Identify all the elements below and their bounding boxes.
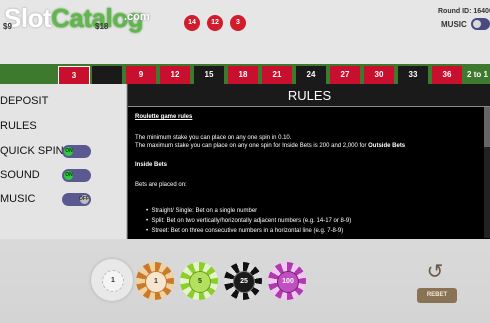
rules-max-stake: The maximum stake you can place on any o… xyxy=(135,142,405,150)
menu-item-rules[interactable]: RULES xyxy=(0,114,126,138)
rules-bullet-text: Street: Bet on three consecutive numbers… xyxy=(151,228,344,234)
betting-table-strip: 3 9 12 15 18 21 24 27 30 33 36 2 to 1 xyxy=(0,64,490,86)
history-number: 14 xyxy=(184,15,200,31)
rules-bullet-text: Split: Bet on two vertically/horizontall… xyxy=(151,218,352,224)
menu-item-label: SOUND xyxy=(0,169,40,181)
chip-5[interactable]: 5 xyxy=(180,262,218,300)
chip-value: 25 xyxy=(233,271,255,293)
toggle-state: ON xyxy=(65,172,73,178)
side-menu: DEPOSIT RULES QUICK SPIN ON SOUND ON MUS… xyxy=(0,84,127,239)
menu-item-quick-spin: QUICK SPIN ON xyxy=(0,139,126,163)
rules-bullet: • Street: Bet on three consecutive numbe… xyxy=(146,228,344,234)
rules-scroll-thumb[interactable] xyxy=(484,107,490,147)
music-label-top: MUSIC xyxy=(441,20,467,29)
stake-label-2: $18 xyxy=(95,22,109,31)
rules-max-stake-text: The maximum stake you can place on any o… xyxy=(135,143,369,149)
toggle-state: OFF xyxy=(79,196,89,202)
table-cell-12[interactable]: 12 xyxy=(160,66,190,84)
rules-placed-on: Bets are placed on: xyxy=(135,182,187,188)
table-cell-column[interactable]: 2 to 1 xyxy=(465,66,490,84)
quick-spin-toggle[interactable]: ON xyxy=(62,145,91,158)
rules-max-stake-bold: Outside Bets xyxy=(368,143,406,149)
history-number: 12 xyxy=(207,15,223,31)
chip-value: 1 xyxy=(145,271,167,293)
rules-scrollbar[interactable] xyxy=(484,107,490,238)
chip-value: 1 xyxy=(102,270,124,292)
menu-item-label: DEPOSIT xyxy=(0,95,49,107)
undo-icon[interactable]: ↺ xyxy=(425,262,445,282)
history-number: 3 xyxy=(230,15,246,31)
rules-heading: Roulette game rules xyxy=(135,114,193,120)
chip-100[interactable]: 100 xyxy=(268,262,306,300)
chip-value: 100 xyxy=(277,271,299,293)
table-cell-27[interactable]: 27 xyxy=(330,66,360,84)
rules-bullet: • Split: Bet on two vertically/horizonta… xyxy=(146,218,352,224)
menu-item-deposit[interactable]: DEPOSIT xyxy=(0,89,126,113)
rules-header: RULES xyxy=(128,84,490,107)
menu-item-label: QUICK SPIN xyxy=(0,145,64,157)
table-cell-24[interactable]: 24 xyxy=(296,66,326,84)
menu-item-sound: SOUND ON xyxy=(0,163,126,187)
chip-1-white[interactable]: 1 xyxy=(91,259,133,301)
stake-label: $9 xyxy=(3,22,12,31)
music-toggle[interactable]: OFF xyxy=(62,193,91,206)
rules-bullet-text: Straight/ Single: Bet on a single number xyxy=(151,208,258,214)
menu-item-music: MUSIC OFF xyxy=(0,187,126,211)
rules-bullet: • Straight/ Single: Bet on a single numb… xyxy=(146,208,258,214)
music-toggle-top[interactable] xyxy=(471,18,490,30)
rules-title: RULES xyxy=(287,88,332,103)
table-cell-21[interactable]: 21 xyxy=(262,66,292,84)
table-cell-15[interactable]: 15 xyxy=(194,66,224,84)
rebet-button[interactable]: REBET xyxy=(417,288,457,303)
chip-value: 5 xyxy=(189,271,211,293)
table-cell-3[interactable]: 3 xyxy=(58,66,90,86)
table-cell-9[interactable]: 9 xyxy=(126,66,156,84)
sound-toggle[interactable]: ON xyxy=(62,169,91,182)
table-cell-30[interactable]: 30 xyxy=(364,66,394,84)
table-cell-36[interactable]: 36 xyxy=(432,66,462,84)
table-cell-18[interactable]: 18 xyxy=(228,66,258,84)
menu-item-label: RULES xyxy=(0,120,37,132)
menu-item-label: MUSIC xyxy=(0,193,36,205)
logo: SlotCatalog .com xyxy=(4,4,150,32)
chip-25[interactable]: 25 xyxy=(224,262,262,300)
rules-min-stake: The minimum stake you can place on any o… xyxy=(135,135,292,141)
table-cell-33[interactable]: 33 xyxy=(398,66,428,84)
round-id: Round ID: 1640000... xyxy=(438,8,490,15)
toggle-state: ON xyxy=(65,148,73,154)
table-cell-6[interactable] xyxy=(92,66,122,84)
top-bar: SlotCatalog .com $9 $18 14 12 3 Round ID… xyxy=(0,0,490,64)
logo-suffix: .com xyxy=(124,11,150,23)
rules-inside-bets-heading: Inside Bets xyxy=(135,162,168,168)
chip-1-orange[interactable]: 1 xyxy=(136,262,174,300)
rules-panel: RULES Roulette game rules The minimum st… xyxy=(127,84,490,239)
